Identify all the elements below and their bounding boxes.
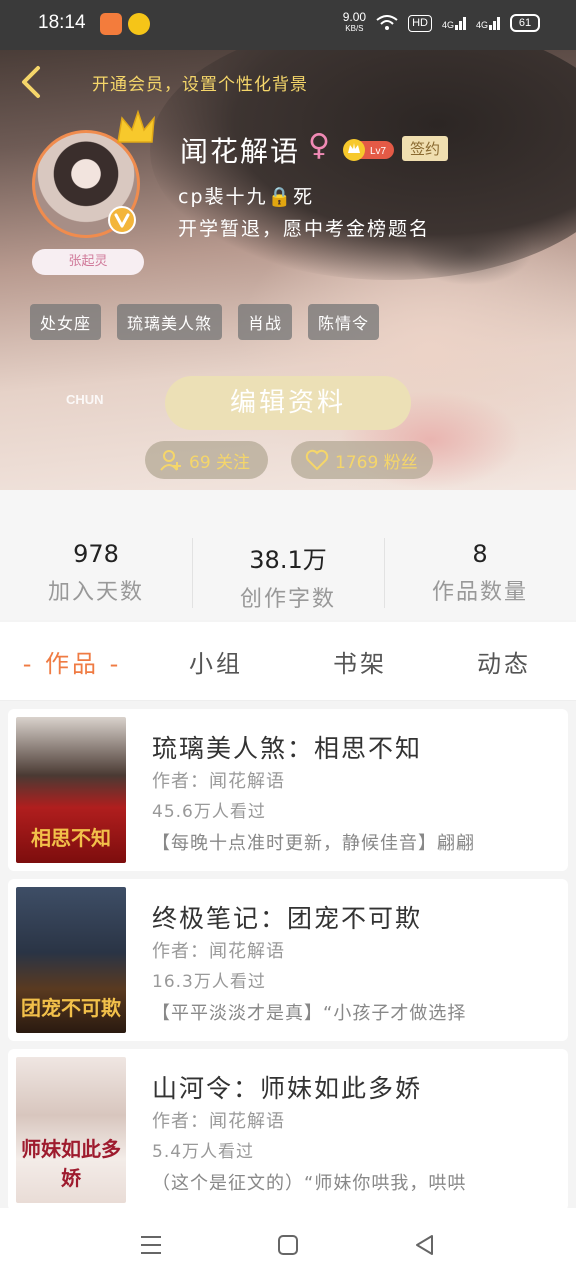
status-right: 9.00 KB/S HD 4G 4G 61: [342, 10, 540, 34]
following-count: 69 关注: [189, 452, 251, 473]
tag-item[interactable]: 陈情令: [308, 304, 380, 340]
bio-line-2: 开学暂退，愿中考金榜题名: [178, 218, 431, 240]
stat-value: 38.1万: [249, 546, 327, 574]
signal-icon: 4G: [475, 16, 500, 30]
tag-item[interactable]: 处女座: [30, 304, 102, 340]
stat-label: 加入天数: [47, 580, 144, 605]
book-cover: 相思不知: [16, 717, 126, 863]
verified-v-icon: [108, 206, 136, 234]
book-description: 【平平淡淡才是真】“小孩子才做选择: [152, 1003, 467, 1024]
book-cover: 团宠不可欺: [16, 887, 126, 1033]
back-triangle-icon[interactable]: [412, 1232, 438, 1258]
username: 闻花解语: [180, 135, 301, 168]
tab-groups[interactable]: 小组: [144, 644, 288, 679]
cover-title-art: 师妹如此多娇: [21, 1137, 121, 1190]
book-author: 作者：闻花解语: [152, 1111, 285, 1132]
book-card[interactable]: 团宠不可欺 终极笔记：团宠不可欺 作者：闻花解语 16.3万人看过 【平平淡淡才…: [8, 879, 568, 1041]
signal-label: 4G: [475, 19, 488, 30]
heart-icon: [305, 449, 329, 471]
status-time: 18:14: [38, 12, 86, 33]
status-bar: 18:14 9.00 KB/S HD 4G 4G 61: [0, 0, 576, 50]
signal-label: 4G: [441, 19, 454, 30]
gender-female-icon: ♀: [308, 128, 330, 163]
image-watermark: CHUN: [66, 392, 104, 407]
book-description: （这个是征文的）“师妹你哄我，哄哄: [152, 1173, 467, 1194]
home-icon[interactable]: [275, 1232, 301, 1258]
stat-works-count: 8 作品数量: [384, 490, 576, 620]
bio-line-1: cp裴十九🔒死: [178, 186, 315, 208]
net-speed-value: 9.00: [342, 10, 367, 24]
level-label: Lv7: [370, 146, 387, 157]
fans-button[interactable]: 1769 粉丝: [291, 441, 433, 479]
tag-item[interactable]: 肖战: [238, 304, 293, 340]
menu-icon[interactable]: [138, 1232, 164, 1258]
tag-list: 处女座 琉璃美人煞 肖战 陈情令: [30, 304, 380, 340]
signed-badge: 签约: [402, 136, 449, 161]
book-author: 作者：闻花解语: [152, 941, 285, 962]
stat-word-count: 38.1万 创作字数: [192, 490, 384, 620]
weibo-notification-icon: [128, 13, 150, 35]
book-author: 作者：闻花解语: [152, 771, 285, 792]
level-badge: Lv7: [343, 139, 394, 161]
add-person-icon: [160, 450, 181, 471]
book-title: 琉璃美人煞：相思不知: [152, 734, 423, 763]
book-card[interactable]: 相思不知 琉璃美人煞：相思不知 作者：闻花解语 45.6万人看过 【每晚十点准时…: [8, 709, 568, 871]
book-card[interactable]: 师妹如此多娇 山河令：师妹如此多娇 作者：闻花解语 5.4万人看过 （这个是征文…: [8, 1049, 568, 1211]
wifi-icon: [376, 15, 398, 30]
cover-title-art: 相思不知: [31, 826, 111, 850]
book-title: 终极笔记：团宠不可欺: [152, 904, 423, 933]
stat-label: 创作字数: [239, 587, 336, 612]
book-views: 16.3万人看过: [152, 972, 266, 992]
following-button[interactable]: 69 关注: [145, 441, 268, 479]
stat-value: 8: [472, 540, 488, 568]
battery-icon: 61: [510, 14, 540, 32]
book-views: 5.4万人看过: [152, 1142, 255, 1162]
stat-label: 作品数量: [431, 580, 528, 605]
stat-join-days: 978 加入天数: [0, 490, 192, 620]
hd-badge: HD: [408, 14, 432, 32]
fans-count: 1769 粉丝: [335, 452, 418, 473]
system-nav-bar: [0, 1208, 576, 1280]
tab-works[interactable]: - 作品 -: [0, 644, 144, 679]
crown-icon: [117, 109, 155, 143]
tab-bookshelf[interactable]: 书架: [288, 644, 432, 679]
book-title: 山河令：师妹如此多娇: [152, 1074, 423, 1103]
stat-value: 978: [73, 540, 119, 568]
edit-profile-button[interactable]: 编辑资料: [165, 376, 411, 430]
book-views: 45.6万人看过: [152, 802, 266, 822]
network-speed: 9.00 KB/S: [342, 10, 367, 34]
stats-row: 978 加入天数 38.1万 创作字数 8 作品数量: [0, 490, 576, 620]
tab-activity[interactable]: 动态: [432, 644, 576, 679]
app-notification-icon: [100, 13, 122, 35]
avatar-nickname-tag: 张起灵: [32, 249, 144, 275]
tag-item[interactable]: 琉璃美人煞: [117, 304, 223, 340]
vip-background-banner[interactable]: 开通会员，设置个性化背景: [92, 70, 308, 95]
cover-title-art: 团宠不可欺: [21, 996, 121, 1020]
book-description: 【每晚十点准时更新，静候佳音】翩翩: [152, 833, 475, 854]
book-cover: 师妹如此多娇: [16, 1057, 126, 1203]
signal-icon: 4G: [441, 16, 466, 30]
back-arrow-icon[interactable]: [14, 62, 50, 102]
net-speed-unit: KB/S: [345, 24, 364, 33]
tab-bar: - 作品 - 小组 书架 动态: [0, 622, 576, 701]
